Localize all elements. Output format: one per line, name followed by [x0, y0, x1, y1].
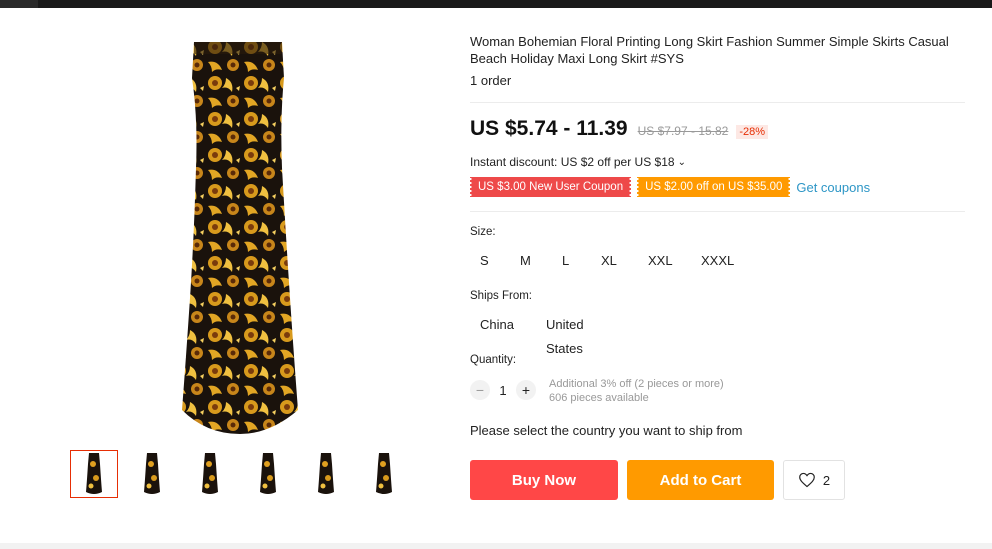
add-to-cart-button[interactable]: Add to Cart — [627, 460, 774, 500]
thumbnail-4[interactable] — [244, 450, 292, 498]
quantity-stepper: − 1 + — [470, 378, 536, 402]
decrease-quantity-button[interactable]: − — [470, 380, 490, 400]
stock-available: 606 pieces available — [549, 392, 649, 404]
current-price: US $5.74 - 11.39 — [470, 117, 628, 140]
thumbnail-6[interactable] — [360, 450, 408, 498]
product-title: Woman Bohemian Floral Printing Long Skir… — [470, 34, 949, 66]
divider — [470, 211, 965, 212]
size-option-l[interactable]: L — [562, 249, 569, 273]
quantity-label: Quantity: — [470, 354, 517, 366]
instant-discount-label: Instant discount: US $2 off per US $18 — [470, 155, 675, 169]
bottom-strip — [0, 543, 992, 549]
thumbnail-3[interactable] — [186, 450, 234, 498]
size-option-m[interactable]: M — [520, 249, 531, 273]
bulk-discount-note: Additional 3% off (2 pieces or more) — [549, 378, 724, 390]
order-count: 1 order — [470, 73, 512, 88]
store-coupon[interactable]: US $2.00 off on US $35.00 — [636, 177, 792, 197]
increase-quantity-button[interactable]: + — [516, 380, 536, 400]
instant-discount[interactable]: Instant discount: US $2 off per US $18 ⌄ — [470, 155, 686, 169]
wishlist-count: 2 — [822, 472, 831, 488]
ships-from-china[interactable]: China — [480, 313, 514, 337]
thumbnail-5[interactable] — [302, 450, 350, 498]
ships-from-united-states[interactable]: United States — [546, 313, 584, 356]
top-bar — [0, 0, 992, 8]
ship-country-message: Please select the country you want to sh… — [470, 423, 743, 438]
thumbnail-2[interactable] — [128, 450, 176, 498]
price-row: US $5.74 - 11.39 US $7.97 - 15.82 -28% — [470, 117, 769, 145]
discount-badge: -28% — [736, 125, 769, 139]
ships-from-label: Ships From: — [470, 290, 532, 302]
thumbnail-strip — [70, 450, 420, 498]
size-option-xxxl[interactable]: XXXL — [701, 249, 734, 273]
main-product-image[interactable] — [170, 38, 310, 438]
original-price: US $7.97 - 15.82 — [637, 124, 729, 138]
coupon-row: US $3.00 New User Coupon US $2.00 off on… — [468, 177, 870, 197]
thumbnail-1[interactable] — [70, 450, 118, 498]
size-option-s[interactable]: S — [480, 249, 489, 273]
quantity-info: Additional 3% off (2 pieces or more) 606… — [549, 377, 724, 405]
quantity-input[interactable]: 1 — [490, 383, 516, 398]
size-label: Size: — [470, 226, 496, 238]
wishlist-button[interactable]: 2 — [783, 460, 845, 500]
heart-icon — [799, 472, 815, 488]
new-user-coupon[interactable]: US $3.00 New User Coupon — [468, 177, 633, 197]
chevron-down-icon: ⌄ — [677, 156, 686, 168]
buy-now-button[interactable]: Buy Now — [470, 460, 618, 500]
size-option-xl[interactable]: XL — [601, 249, 617, 273]
divider — [470, 102, 965, 103]
size-option-xxl[interactable]: XXL — [648, 249, 673, 273]
get-coupons-link[interactable]: Get coupons — [796, 180, 870, 195]
